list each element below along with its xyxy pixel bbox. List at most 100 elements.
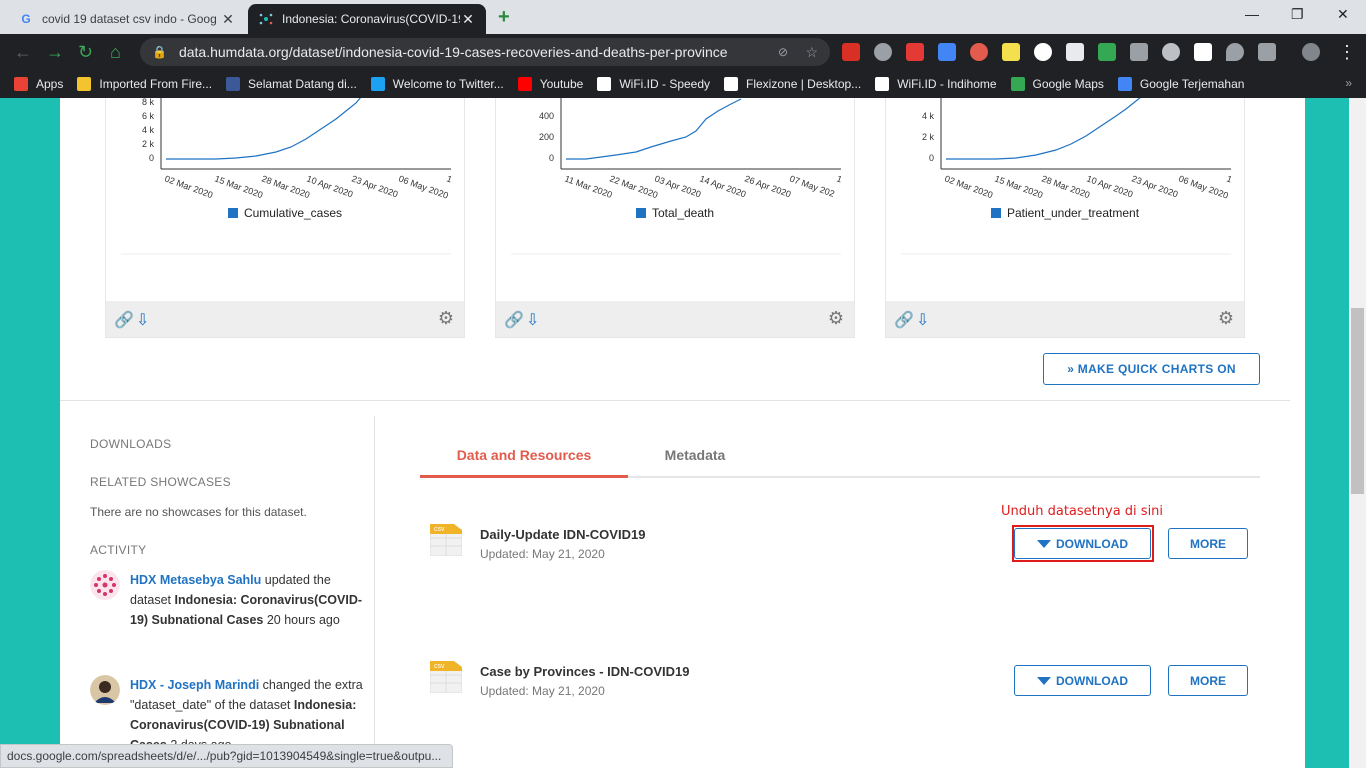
menu-icon[interactable]: ⋮ bbox=[1338, 42, 1356, 63]
gear-icon[interactable]: ⚙ bbox=[1218, 308, 1234, 329]
series-line bbox=[946, 98, 1141, 160]
more-button[interactable]: MORE bbox=[1168, 528, 1248, 559]
gear-icon[interactable]: ⚙ bbox=[438, 308, 454, 329]
bookmark-item[interactable]: Apps bbox=[14, 77, 63, 91]
folder-icon bbox=[77, 77, 92, 91]
link-icon[interactable]: 🔗 bbox=[504, 310, 524, 330]
extension-s-icon[interactable] bbox=[1066, 43, 1084, 61]
url-text: data.humdata.org/dataset/indonesia-covid… bbox=[178, 44, 728, 60]
link-icon[interactable]: 🔗 bbox=[114, 310, 134, 330]
extension-pin-icon[interactable] bbox=[1226, 43, 1244, 61]
chart-card-patient-under-treatment: 4 k 2 k 0 02 Mar 2020 15 Mar 2020 28 Mar… bbox=[885, 98, 1245, 338]
activity-user-link[interactable]: HDX Metasebya Sahlu bbox=[130, 573, 261, 587]
x-tick: 1 bbox=[835, 173, 843, 184]
translate-page-icon[interactable]: ⊘ bbox=[778, 45, 788, 59]
avatar bbox=[90, 675, 120, 705]
series-line bbox=[566, 98, 742, 160]
scrollbar-thumb[interactable] bbox=[1351, 308, 1364, 494]
y-tick: 400 bbox=[539, 111, 554, 121]
highlight-box bbox=[1012, 525, 1154, 562]
minimize-icon[interactable]: — bbox=[1245, 6, 1259, 22]
x-tick: 15 Mar 2020 bbox=[993, 173, 1044, 200]
youtube-icon bbox=[517, 77, 532, 91]
gear-icon[interactable]: ⚙ bbox=[828, 308, 844, 329]
download-file-icon[interactable]: ⇩ bbox=[916, 310, 929, 330]
x-ticks: 11 Mar 2020 22 Mar 2020 03 Apr 2020 14 A… bbox=[563, 173, 843, 200]
y-tick: 8 k bbox=[142, 98, 155, 107]
address-bar[interactable]: 🔒 data.humdata.org/dataset/indonesia-cov… bbox=[140, 38, 830, 66]
link-icon[interactable]: 🔗 bbox=[894, 310, 914, 330]
y-tick: 0 bbox=[549, 153, 554, 163]
back-arrow-icon[interactable]: ← bbox=[14, 42, 32, 63]
download-file-icon[interactable]: ⇩ bbox=[526, 310, 539, 330]
x-tick: 23 Apr 2020 bbox=[1130, 173, 1179, 199]
page-icon bbox=[724, 77, 739, 91]
profile-avatar[interactable] bbox=[1302, 43, 1320, 61]
extension-red-icon[interactable] bbox=[906, 43, 924, 61]
extension-puzzle-icon[interactable] bbox=[1258, 43, 1276, 61]
bookmark-item[interactable]: Imported From Fire... bbox=[77, 77, 212, 91]
bookmark-item[interactable]: Welcome to Twitter... bbox=[370, 77, 504, 91]
resource-name[interactable]: Daily-Update IDN-COVID19 bbox=[480, 527, 645, 542]
csv-badge-text: csv bbox=[434, 526, 445, 533]
extension-block-icon[interactable] bbox=[1034, 43, 1052, 61]
y-tick: 4 k bbox=[142, 125, 155, 135]
lock-icon: 🔒 bbox=[152, 45, 167, 59]
reload-icon[interactable]: ↻ bbox=[78, 42, 93, 63]
more-button[interactable]: MORE bbox=[1168, 665, 1248, 696]
resource-name[interactable]: Case by Provinces - IDN-COVID19 bbox=[480, 664, 690, 679]
bookmark-item[interactable]: Google Maps bbox=[1010, 77, 1104, 91]
downloads-heading[interactable]: DOWNLOADS bbox=[90, 437, 171, 451]
forward-arrow-icon[interactable]: → bbox=[46, 42, 64, 63]
adblock-icon[interactable] bbox=[842, 43, 860, 61]
bookmark-item[interactable]: WiFi.ID - Indihome bbox=[875, 77, 997, 91]
maximize-icon[interactable]: ❐ bbox=[1291, 6, 1304, 23]
page-content: 8 k 6 k 4 k 2 k 0 02 Mar 2020 15 Mar 202… bbox=[60, 98, 1305, 768]
chart-card-cumulative-cases: 8 k 6 k 4 k 2 k 0 02 Mar 2020 15 Mar 202… bbox=[105, 98, 465, 338]
bookmark-item[interactable]: Youtube bbox=[517, 77, 583, 91]
activity-user-link[interactable]: HDX - Joseph Marindi bbox=[130, 678, 259, 692]
browser-tab-hdx[interactable]: Indonesia: Coronavirus(COVID-19 ✕ bbox=[248, 4, 486, 34]
chart-legend: Total_death bbox=[496, 206, 854, 220]
bookmark-item[interactable]: WiFi.ID - Speedy bbox=[597, 77, 710, 91]
y-tick: 0 bbox=[929, 153, 934, 163]
extension-green-shield-icon[interactable] bbox=[1098, 43, 1116, 61]
legend-swatch bbox=[227, 208, 238, 218]
bookmark-star-icon[interactable]: ☆ bbox=[805, 44, 818, 61]
close-tab-icon[interactable]: ✕ bbox=[460, 11, 476, 28]
extension-gray-shield-icon[interactable] bbox=[1130, 43, 1148, 61]
related-showcases-heading: RELATED SHOWCASES bbox=[90, 475, 231, 489]
x-tick: 22 Mar 2020 bbox=[608, 173, 659, 200]
download-button[interactable]: DOWNLOAD bbox=[1014, 665, 1151, 696]
bookmark-item[interactable]: Selamat Datang di... bbox=[226, 77, 357, 91]
download-file-icon[interactable]: ⇩ bbox=[136, 310, 149, 330]
new-tab-button[interactable]: + bbox=[498, 6, 510, 29]
bookmarks-bar: Apps Imported From Fire... Selamat Datan… bbox=[0, 70, 1366, 98]
gear-extension-icon[interactable] bbox=[874, 43, 892, 61]
tab-title: covid 19 dataset csv indo - Goog bbox=[42, 12, 217, 26]
bookmark-item[interactable]: Google Terjemahan bbox=[1117, 77, 1244, 91]
make-quick-charts-button[interactable]: » MAKE QUICK CHARTS ON bbox=[1043, 353, 1260, 385]
home-icon[interactable]: ⌂ bbox=[110, 42, 121, 63]
google-g-icon: G bbox=[21, 12, 31, 26]
legend-swatch bbox=[635, 208, 646, 218]
x-ticks: 02 Mar 2020 15 Mar 2020 28 Mar 2020 10 A… bbox=[163, 173, 453, 200]
csv-file-icon: csv bbox=[430, 661, 462, 693]
more-bookmarks-icon[interactable]: » bbox=[1345, 76, 1352, 90]
no-showcases-text: There are no showcases for this dataset. bbox=[90, 505, 307, 519]
extension-google-icon[interactable] bbox=[938, 43, 956, 61]
browser-tab-google[interactable]: G covid 19 dataset csv indo - Goog ✕ bbox=[8, 4, 246, 34]
extension-mouse-icon[interactable] bbox=[1162, 43, 1180, 61]
bookmark-item[interactable]: Flexizone | Desktop... bbox=[724, 77, 861, 91]
tab-data-and-resources[interactable]: Data and Resources bbox=[420, 436, 628, 478]
tab-metadata[interactable]: Metadata bbox=[628, 436, 762, 478]
extension-check-icon[interactable] bbox=[1194, 43, 1212, 61]
x-tick: 03 Apr 2020 bbox=[653, 173, 702, 199]
extension-shield-icon[interactable] bbox=[970, 43, 988, 61]
window-close-icon[interactable]: ✕ bbox=[1337, 6, 1349, 23]
section-divider bbox=[60, 400, 1290, 401]
extension-yellow-icon[interactable] bbox=[1002, 43, 1020, 61]
close-tab-icon[interactable]: ✕ bbox=[220, 11, 236, 28]
activity-text: HDX Metasebya Sahlu updated the dataset … bbox=[130, 573, 363, 627]
x-tick: 07 May 202 bbox=[788, 173, 836, 198]
